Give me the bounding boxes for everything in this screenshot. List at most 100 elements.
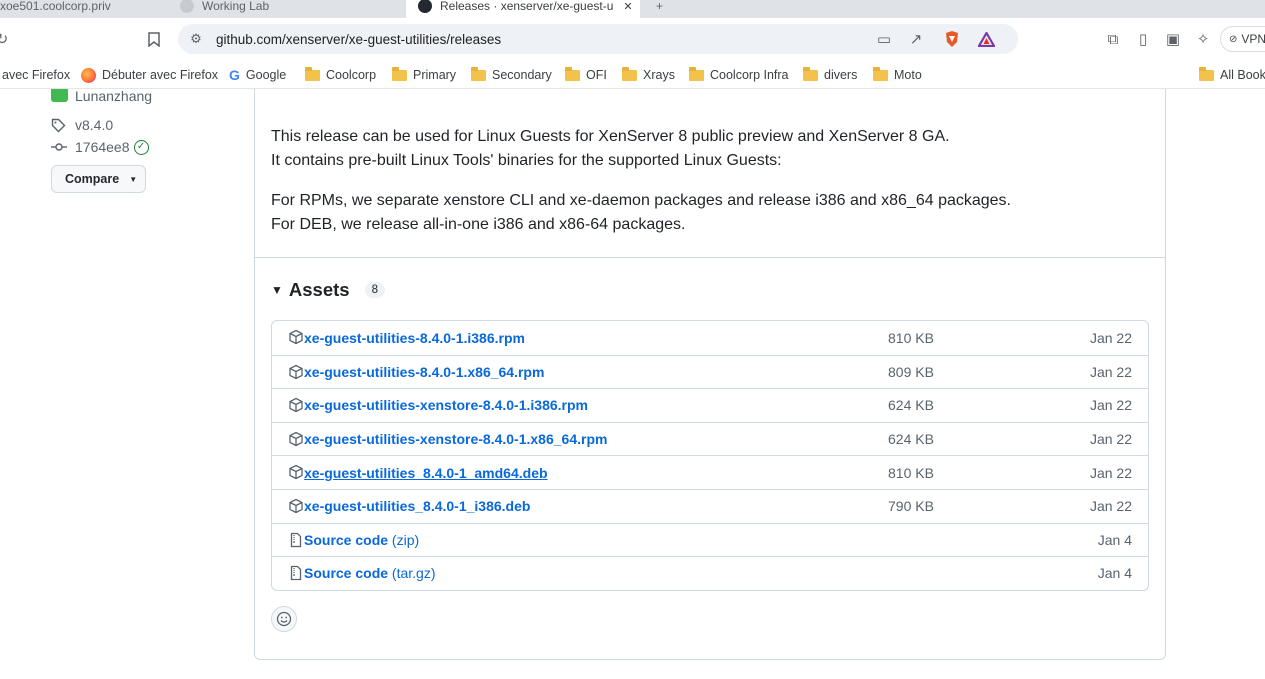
- asset-date: Jan 22: [1089, 464, 1132, 481]
- bookmark-label: Débuter avec Firefox: [102, 68, 219, 82]
- folder-icon: [565, 66, 580, 81]
- package-icon: [288, 431, 304, 447]
- tab-strip: xoe501.coolcorp.priv Working Lab Release…: [0, 0, 1265, 18]
- bookmark-xrays[interactable]: Xrays: [622, 66, 675, 84]
- url-text[interactable]: github.com/xenserver/xe-guest-utilities/…: [216, 32, 501, 47]
- asset-name: xe-guest-utilities-xenstore-8.4.0-1.i386…: [304, 397, 588, 414]
- bookmark-avec-firefox[interactable]: avec Firefox: [2, 66, 70, 84]
- asset-link[interactable]: Source code (tar.gz): [304, 565, 436, 581]
- cast-icon[interactable]: ▭: [874, 29, 894, 49]
- asset-date: Jan 4: [1097, 565, 1132, 582]
- bookmark-google[interactable]: G Google: [229, 66, 286, 84]
- reload-icon[interactable]: ↻: [0, 29, 12, 49]
- asset-row: xe-guest-utilities-8.4.0-1.i386.rpm 810 …: [272, 321, 1148, 355]
- tab-releases[interactable]: Releases · xenserver/xe-guest-u ✕: [406, 0, 640, 18]
- asset-date: Jan 22: [1089, 329, 1132, 346]
- description-line: This release can be used for Linux Guest…: [271, 128, 950, 145]
- release-description-p2: For RPMs, we separate xenstore CLI and x…: [271, 189, 1011, 237]
- tab-label: xoe501.coolcorp.priv: [0, 0, 111, 13]
- wallet-icon[interactable]: ▣: [1163, 29, 1183, 49]
- avatar[interactable]: [51, 89, 68, 102]
- bookmark-coolcorp-infra[interactable]: Coolcorp Infra: [689, 66, 789, 84]
- asset-row: Source code (tar.gz) Jan 4: [272, 556, 1148, 590]
- tab-working-lab[interactable]: Working Lab: [180, 0, 380, 18]
- address-bar[interactable]: ⚙ github.com/xenserver/xe-guest-utilitie…: [178, 24, 1018, 54]
- package-icon: [288, 498, 304, 514]
- asset-link[interactable]: xe-guest-utilities-xenstore-8.4.0-1.x86_…: [304, 431, 607, 447]
- bookmark-ofi[interactable]: OFI: [565, 66, 607, 84]
- page-content: Lunanzhang v8.4.0 1764ee8 ✓ Compare ▼ Th…: [0, 89, 1265, 679]
- all-bookmarks[interactable]: All Book: [1199, 66, 1265, 84]
- asset-size: 624 KB: [888, 431, 934, 448]
- folder-icon: [803, 66, 818, 81]
- folder-icon: [689, 66, 704, 81]
- assets-toggle[interactable]: ▼ Assets 8: [271, 279, 385, 301]
- asset-row: xe-guest-utilities-xenstore-8.4.0-1.i386…: [272, 388, 1148, 422]
- asset-row: xe-guest-utilities-8.4.0-1.x86_64.rpm 80…: [272, 354, 1148, 389]
- chevron-down-icon: ▼: [129, 174, 138, 184]
- compare-button[interactable]: Compare ▼: [51, 165, 146, 193]
- release-author[interactable]: Lunanzhang: [75, 89, 152, 104]
- leo-ai-icon[interactable]: ✧: [1193, 29, 1213, 49]
- asset-size: 810 KB: [888, 464, 934, 481]
- asset-date: Jan 22: [1089, 431, 1132, 448]
- package-icon: [288, 364, 304, 380]
- description-line: It contains pre-built Linux Tools' binar…: [271, 152, 782, 169]
- bookmark-label: All Book: [1220, 68, 1265, 82]
- bookmark-label: Coolcorp: [326, 68, 377, 82]
- file-zip-icon: [288, 532, 304, 548]
- asset-name: Source code: [304, 531, 389, 548]
- sidebar-icon[interactable]: ▯: [1133, 29, 1153, 49]
- asset-size: 810 KB: [888, 329, 934, 346]
- vpn-button[interactable]: ⊘ VPN: [1220, 26, 1265, 52]
- release-tag[interactable]: v8.4.0: [51, 117, 113, 133]
- asset-link[interactable]: Source code (zip): [304, 532, 419, 548]
- tab-favicon-icon: [180, 0, 194, 13]
- tab-xoe[interactable]: xoe501.coolcorp.priv: [0, 0, 160, 18]
- release-commit[interactable]: 1764ee8 ✓: [51, 139, 149, 155]
- tab-label: Working Lab: [202, 0, 270, 13]
- asset-size: 809 KB: [888, 363, 934, 380]
- bookmark-divers[interactable]: divers: [803, 66, 857, 84]
- asset-suffix: (tar.gz): [388, 565, 436, 582]
- bookmark-label: Coolcorp Infra: [710, 68, 789, 82]
- bookmark-secondary[interactable]: Secondary: [471, 66, 552, 84]
- site-settings-icon[interactable]: ⚙: [186, 29, 206, 49]
- verified-check-icon[interactable]: ✓: [133, 139, 149, 155]
- smiley-icon: [276, 611, 292, 627]
- compare-label: Compare: [65, 172, 120, 186]
- folder-icon: [305, 66, 320, 81]
- share-icon[interactable]: ↗: [906, 29, 926, 49]
- extensions-icon[interactable]: ⧉: [1103, 29, 1123, 49]
- bookmark-debuter-firefox[interactable]: Débuter avec Firefox: [81, 66, 218, 84]
- asset-row: xe-guest-utilities_8.4.0-1_i386.deb 790 …: [272, 488, 1148, 523]
- asset-link[interactable]: xe-guest-utilities-xenstore-8.4.0-1.i386…: [304, 397, 588, 413]
- commit-icon: [51, 141, 69, 153]
- brave-shield-icon[interactable]: [942, 29, 962, 49]
- vpn-label: VPN: [1241, 32, 1265, 46]
- close-tab-icon[interactable]: ✕: [623, 0, 632, 13]
- bookmark-coolcorp[interactable]: Coolcorp: [305, 66, 376, 84]
- bookmark-moto[interactable]: Moto: [873, 66, 922, 84]
- asset-link[interactable]: xe-guest-utilities-8.4.0-1.x86_64.rpm: [304, 364, 544, 380]
- section-divider: [255, 257, 1165, 258]
- assets-title: Assets: [288, 279, 350, 300]
- assets-count-badge: 8: [364, 282, 385, 298]
- bookmark-page-icon[interactable]: [144, 29, 164, 49]
- triangle-down-icon: ▼: [271, 283, 283, 297]
- bookmark-primary[interactable]: Primary: [392, 66, 456, 84]
- asset-link[interactable]: xe-guest-utilities_8.4.0-1_i386.deb: [304, 498, 530, 514]
- tag-label: v8.4.0: [75, 117, 114, 133]
- asset-link[interactable]: xe-guest-utilities_8.4.0-1_amd64.deb: [304, 465, 548, 481]
- brave-rewards-icon[interactable]: [976, 29, 996, 49]
- bookmark-label: Google: [245, 68, 287, 82]
- folder-icon: [392, 66, 407, 81]
- asset-row: xe-guest-utilities_8.4.0-1_amd64.deb 810…: [272, 455, 1148, 489]
- release-card: This release can be used for Linux Guest…: [254, 89, 1166, 660]
- asset-link[interactable]: xe-guest-utilities-8.4.0-1.i386.rpm: [304, 330, 525, 346]
- add-reaction-button[interactable]: [271, 606, 297, 632]
- asset-suffix: (zip): [388, 531, 420, 548]
- google-icon: G: [229, 67, 240, 83]
- bookmarks-bar: avec Firefox Débuter avec Firefox G Goog…: [0, 61, 1265, 89]
- new-tab-button[interactable]: +: [656, 0, 676, 18]
